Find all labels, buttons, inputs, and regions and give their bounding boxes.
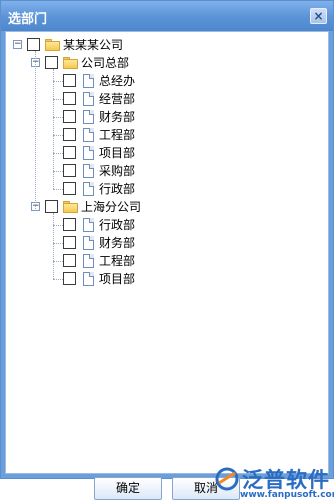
- brand-logo: 泛普软件 www.fanpusoft.com: [215, 464, 334, 504]
- dialog-title: 选部门: [8, 12, 48, 27]
- dialog-content: − 某某某公司 − 公司总部 总经办 经营部 财务部 工程部 项目部 采购部 行政部 − 上海分公司 行政…: [5, 31, 334, 500]
- tree-connector: [35, 51, 36, 211]
- tree-node-label: 某某某公司: [63, 38, 124, 52]
- checkbox[interactable]: [63, 110, 76, 123]
- document-icon: [83, 146, 94, 160]
- tree-node-group[interactable]: − 公司总部: [6, 54, 326, 72]
- tree-node-label: 上海分公司: [81, 200, 142, 214]
- close-icon: ×: [313, 9, 324, 23]
- document-icon: [83, 74, 94, 88]
- tree-node-department[interactable]: 采购部: [6, 162, 326, 180]
- select-department-dialog: 选部门 × − 某某某公司 − 公司总部 总经办 经营部 财务部 工程部 项目部 采购部 行政部 − 上…: [0, 0, 334, 500]
- ok-button[interactable]: 确定: [94, 477, 162, 500]
- checkbox[interactable]: [63, 92, 76, 105]
- tree-connector: [53, 81, 63, 82]
- tree-connector: [53, 261, 63, 262]
- tree-connector: [53, 69, 54, 189]
- document-icon: [83, 182, 94, 196]
- tree-node-group[interactable]: − 上海分公司: [6, 198, 326, 216]
- tree-node-label: 工程部: [99, 254, 136, 268]
- checkbox[interactable]: [63, 236, 76, 249]
- tree-node-label: 项目部: [99, 146, 136, 160]
- tree-node-label: 公司总部: [81, 56, 130, 70]
- tree-node-label: 工程部: [99, 128, 136, 142]
- checkbox[interactable]: [63, 164, 76, 177]
- close-button[interactable]: ×: [310, 8, 327, 24]
- folder-body: [63, 59, 78, 69]
- tree-connector: [53, 117, 63, 118]
- document-icon: [83, 164, 94, 178]
- tree-node-department[interactable]: 经营部: [6, 90, 326, 108]
- checkbox[interactable]: [27, 38, 40, 51]
- tree-node-department[interactable]: 财务部: [6, 108, 326, 126]
- tree-connector: [53, 279, 63, 280]
- tree-connector: [53, 225, 63, 226]
- folder-icon: [63, 57, 78, 69]
- brand-url: www.fanpusoft.com: [240, 490, 334, 500]
- tree-connector: [53, 243, 63, 244]
- document-icon: [83, 92, 94, 106]
- checkbox[interactable]: [63, 182, 76, 195]
- tree-node-department[interactable]: 行政部: [6, 216, 326, 234]
- tree-node-label: 行政部: [99, 182, 136, 196]
- document-icon: [83, 110, 94, 124]
- checkbox[interactable]: [63, 272, 76, 285]
- checkbox[interactable]: [63, 74, 76, 87]
- tree-node-label: 采购部: [99, 164, 136, 178]
- tree-node-department[interactable]: 工程部: [6, 126, 326, 144]
- document-icon: [83, 254, 94, 268]
- folder-body: [63, 203, 78, 213]
- tree-node-label: 总经办: [99, 74, 136, 88]
- document-icon: [83, 272, 94, 286]
- document-icon: [83, 128, 94, 142]
- checkbox[interactable]: [63, 146, 76, 159]
- tree-node-department[interactable]: 财务部: [6, 234, 326, 252]
- tree-node-label: 财务部: [99, 110, 136, 124]
- checkbox[interactable]: [63, 128, 76, 141]
- title-bar[interactable]: 选部门 ×: [1, 1, 333, 31]
- tree-connector: [53, 153, 63, 154]
- tree-node-department[interactable]: 项目部: [6, 270, 326, 288]
- tree-connector: [53, 189, 63, 190]
- checkbox[interactable]: [45, 200, 58, 213]
- checkbox[interactable]: [45, 56, 58, 69]
- tree-node-department[interactable]: 工程部: [6, 252, 326, 270]
- tree-node-department[interactable]: 行政部: [6, 180, 326, 198]
- folder-icon: [63, 201, 78, 213]
- tree-node-department[interactable]: 项目部: [6, 144, 326, 162]
- checkbox[interactable]: [63, 218, 76, 231]
- collapse-toggle[interactable]: −: [13, 40, 22, 49]
- tree-node-label: 项目部: [99, 272, 136, 286]
- tree-connector: [53, 171, 63, 172]
- tree-connector: [53, 99, 63, 100]
- document-icon: [83, 218, 94, 232]
- tree-node-root[interactable]: − 某某某公司: [6, 36, 326, 54]
- tree-node-label: 财务部: [99, 236, 136, 250]
- document-icon: [83, 236, 94, 250]
- tree-connector: [53, 135, 63, 136]
- tree-node-department[interactable]: 总经办: [6, 72, 326, 90]
- tree-connector: [53, 213, 54, 279]
- brand-mark-icon: [215, 467, 239, 491]
- tree-node-label: 经营部: [99, 92, 136, 106]
- tree-node-label: 行政部: [99, 218, 136, 232]
- checkbox[interactable]: [63, 254, 76, 267]
- folder-body: [45, 41, 60, 51]
- folder-icon: [45, 39, 60, 51]
